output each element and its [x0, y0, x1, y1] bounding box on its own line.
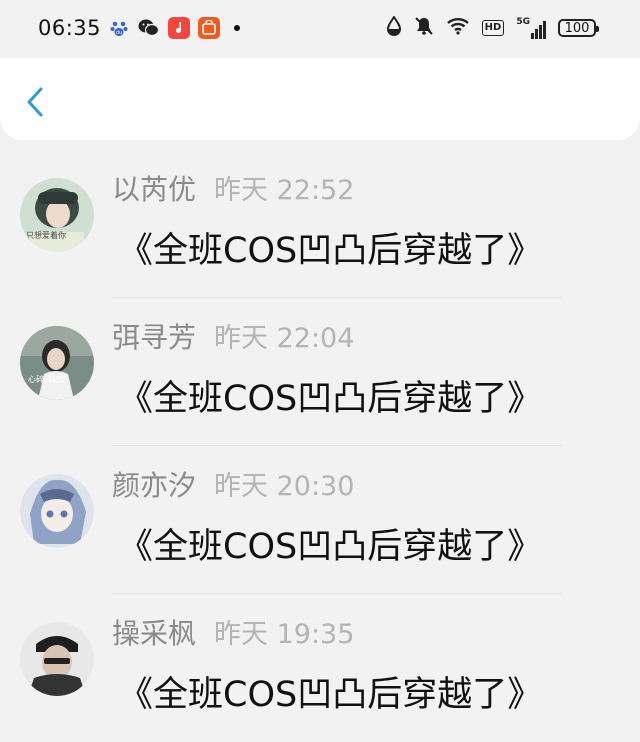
comment-meta: 以芮优 昨天 22:52 [112, 168, 354, 208]
comment-meta: 弭寻芳 昨天 22:04 [112, 316, 354, 356]
comment-meta: 颜亦汐 昨天 20:30 [112, 464, 354, 504]
svg-text:du: du [116, 30, 122, 36]
comment-item[interactable]: 操采枫 昨天 19:35 《全班COS凹凸后穿越了》 [0, 594, 640, 742]
comment-list: 只想爱着你 以芮优 昨天 22:52 《全班COS凹凸后穿越了》 心碎的记忆 弭… [0, 150, 640, 742]
status-bar: 06:35 du HD 5G 100 [0, 0, 640, 58]
comment-time: 昨天 22:52 [214, 175, 355, 206]
shopping-icon [198, 17, 220, 39]
wifi-icon [446, 17, 470, 39]
comment-meta: 操采枫 昨天 19:35 [112, 612, 354, 652]
signal-icon: 5G [516, 17, 546, 39]
more-notifications-dot [234, 25, 240, 31]
back-button[interactable] [20, 86, 50, 122]
avatar[interactable]: 心碎的记忆 [20, 326, 94, 400]
baidu-icon: du [108, 17, 130, 39]
avatar[interactable] [20, 474, 94, 548]
avatar[interactable]: 只想爱着你 [20, 178, 94, 252]
battery-indicator: 100 [558, 19, 599, 37]
system-icons: HD 5G 100 [386, 15, 599, 40]
data-saver-icon [386, 15, 402, 40]
comment-text: 《全班COS凹凸后穿越了》 [118, 379, 543, 419]
svg-text:心碎的记忆: 心碎的记忆 [28, 374, 68, 384]
music-icon [168, 17, 190, 39]
comment-item[interactable]: 心碎的记忆 弭寻芳 昨天 22:04 《全班COS凹凸后穿越了》 [0, 298, 640, 446]
top-bar [0, 58, 640, 140]
comment-time: 昨天 20:30 [214, 471, 355, 502]
comment-text: 《全班COS凹凸后穿越了》 [118, 231, 543, 271]
wechat-icon [138, 17, 160, 39]
comment-text: 《全班COS凹凸后穿越了》 [118, 675, 543, 715]
comment-text: 《全班COS凹凸后穿越了》 [118, 527, 543, 567]
hd-voice-badge: HD [481, 20, 505, 36]
comment-time: 昨天 22:04 [214, 323, 355, 354]
mute-bell-icon [414, 16, 434, 40]
comment-item[interactable]: 颜亦汐 昨天 20:30 《全班COS凹凸后穿越了》 [0, 446, 640, 594]
notification-icons: du [108, 17, 240, 39]
username[interactable]: 以芮优 [112, 168, 196, 208]
username[interactable]: 弭寻芳 [112, 316, 196, 356]
svg-text:只想爱着你: 只想爱着你 [26, 230, 66, 240]
username[interactable]: 操采枫 [112, 612, 196, 652]
avatar[interactable] [20, 622, 94, 696]
network-type-label: 5G [516, 17, 530, 27]
comment-time: 昨天 19:35 [214, 619, 355, 650]
chevron-left-icon [26, 86, 44, 122]
status-time: 06:35 [38, 16, 102, 40]
comment-item[interactable]: 只想爱着你 以芮优 昨天 22:52 《全班COS凹凸后穿越了》 [0, 150, 640, 298]
username[interactable]: 颜亦汐 [112, 464, 196, 504]
